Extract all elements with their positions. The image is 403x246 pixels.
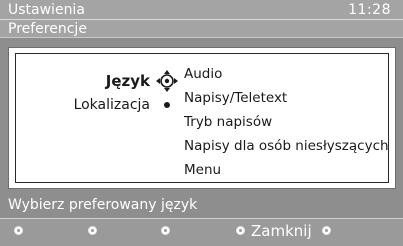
close-button[interactable]: Zamknij: [251, 222, 312, 240]
red-button-icon[interactable]: [14, 226, 23, 235]
submenu-item-audio[interactable]: Audio: [184, 62, 384, 86]
menu-item-label: Język: [105, 72, 150, 90]
submenu-item-hearing-impaired[interactable]: Napisy dla osób niesłyszących: [184, 134, 389, 158]
option-button-icon[interactable]: [322, 226, 331, 235]
left-menu: Język Lokalizacja: [16, 54, 182, 182]
green-button-icon[interactable]: [88, 226, 97, 235]
submenu-item-menu[interactable]: Menu: [184, 158, 384, 182]
menu-panel-inner: Język Lokalizacja Audio Napisy/Teletext …: [15, 53, 389, 183]
clock: 11:28: [348, 2, 391, 18]
navigation-pad-icon: [156, 70, 178, 92]
dot-icon: [156, 94, 178, 116]
title-bar: Ustawienia 11:28 Preferencje: [0, 0, 403, 38]
menu-item-label: Lokalizacja: [73, 97, 150, 113]
window-title: Ustawienia: [8, 2, 85, 18]
menu-item-language[interactable]: Język: [106, 70, 182, 92]
blue-button-icon[interactable]: [236, 226, 245, 235]
page-subtitle: Preferencje: [8, 21, 87, 37]
hint-text: Wybierz preferowany język: [8, 197, 198, 213]
submenu-item-subtitle-mode[interactable]: Tryb napisów: [184, 110, 384, 134]
yellow-button-icon[interactable]: [161, 226, 170, 235]
submenu-item-subtitles-teletext[interactable]: Napisy/Teletext: [184, 86, 384, 110]
menu-item-location[interactable]: Lokalizacja: [74, 94, 182, 116]
menu-panel: Język Lokalizacja Audio Napisy/Teletext …: [8, 47, 396, 189]
title-row: Ustawienia 11:28: [0, 0, 403, 19]
bottom-bar: Zamknij: [0, 218, 403, 246]
right-menu: Audio Napisy/Teletext Tryb napisów Napis…: [184, 62, 389, 182]
title-divider: [0, 19, 403, 20]
